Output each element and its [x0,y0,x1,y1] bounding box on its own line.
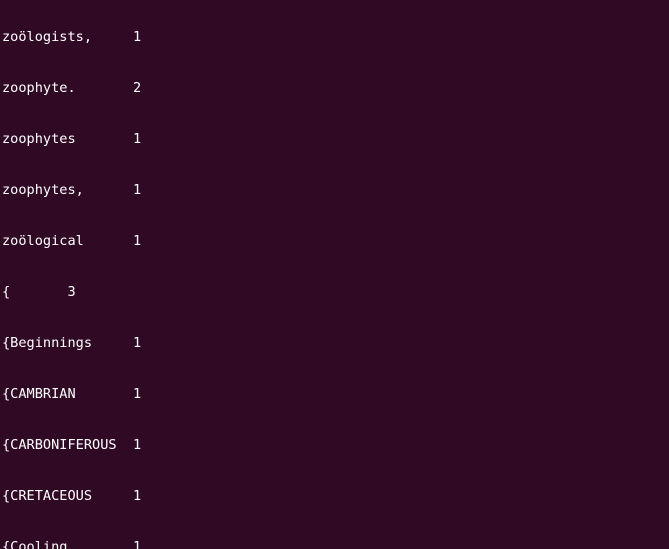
output-line: {CAMBRIAN 1 [2,386,142,402]
output-line: {Beginnings 1 [2,335,142,351]
terminal-window[interactable]: zoölogists, 1 zoophyte. 2 zoophytes 1 zo… [0,0,669,549]
output-line: zoophytes, 1 [2,182,142,198]
output-line: zoölogical 1 [2,233,142,249]
output-line: zoölogists, 1 [2,29,142,45]
output-line: zoophyte. 2 [2,80,142,96]
output-line: {CRETACEOUS 1 [2,488,142,504]
output-line: { 3 [2,284,76,300]
text-cursor [253,536,261,549]
output-line: {CARBONIFEROUS 1 [2,437,142,453]
terminal-screen-buffer: zoölogists, 1 zoophyte. 2 zoophytes 1 zo… [2,0,599,549]
output-line: zoophytes 1 [2,131,142,147]
output-line: {Cooling 1 [2,539,142,549]
